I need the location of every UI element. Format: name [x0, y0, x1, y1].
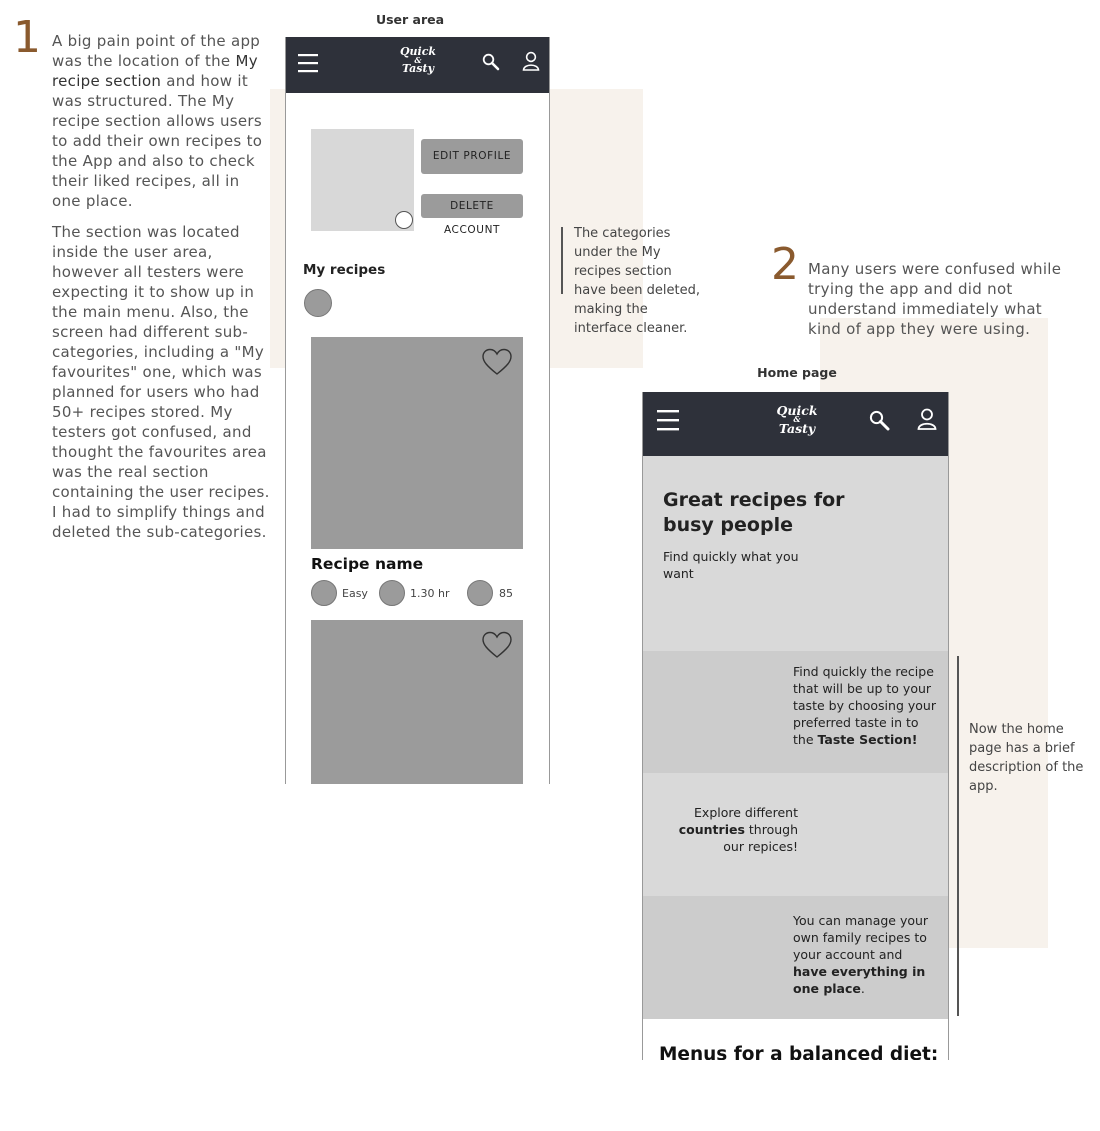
edit-profile-button[interactable]: EDIT PROFILE — [421, 139, 523, 174]
menus-heading: Menus for a balanced diet: — [659, 1044, 939, 1060]
section-1-paragraph-1: A big pain point of the app was the loca… — [52, 32, 263, 210]
difficulty-icon — [311, 580, 337, 606]
heart-icon[interactable] — [482, 348, 512, 376]
section-2-text: Many users were confused while trying th… — [808, 260, 1062, 338]
my-recipes-section-text: You can manage your own family recipes t… — [793, 913, 929, 996]
section-number-1: 1 — [13, 12, 41, 63]
search-icon[interactable] — [869, 410, 890, 431]
hamburger-menu-icon[interactable] — [298, 53, 320, 73]
home-page-screen: Quick & Tasty Great recipes for busy peopl… — [642, 392, 949, 1060]
user-area-note: The categories under the My recipes sect… — [574, 226, 700, 336]
recipe-name[interactable]: Recipe name — [311, 555, 423, 573]
section-1-text: A big pain point of the app was the loca… — [52, 31, 270, 542]
user-icon[interactable] — [917, 408, 937, 430]
time-value: 1.30 hr — [410, 587, 450, 600]
change-photo-button[interactable] — [395, 211, 413, 229]
add-recipe-button[interactable] — [304, 289, 332, 317]
time-icon — [379, 580, 405, 606]
hero-section: Great recipes for busy people Find quick… — [643, 456, 948, 651]
hamburger-menu-icon[interactable] — [657, 409, 681, 431]
user-area-topbar: Quick & Tasty — [286, 37, 549, 93]
my-recipes-section-block[interactable]: You can manage your own family recipes t… — [643, 896, 948, 1019]
difficulty-value: Easy — [342, 587, 368, 600]
home-page-note: Now the home page has a brief descriptio… — [969, 722, 1084, 794]
user-area-note-line — [561, 227, 563, 294]
heart-icon-2[interactable] — [482, 631, 512, 659]
hero-subtitle: Find quickly what you want — [663, 549, 799, 581]
home-page-note-line — [957, 656, 959, 1016]
my-recipes-heading: My recipes — [303, 262, 386, 278]
app-logo: Quick & Tasty — [399, 45, 437, 75]
app-logo: Quick & Tasty — [776, 403, 818, 436]
home-page-title: Home page — [757, 365, 837, 380]
calories-value: 85 — [499, 587, 513, 600]
delete-account-button[interactable]: DELETE ACCOUNT — [421, 194, 523, 236]
user-area-title: User area — [375, 12, 445, 27]
taste-section-text: Find quickly the recipe that will be up … — [793, 664, 936, 747]
section-number-2: 2 — [771, 239, 799, 290]
calories-icon — [467, 580, 493, 606]
taste-section-block[interactable]: Find quickly the recipe that will be up … — [643, 651, 948, 773]
user-icon[interactable] — [522, 51, 540, 71]
search-icon[interactable] — [482, 53, 500, 71]
countries-section-block[interactable]: Explore different countries through our … — [643, 773, 948, 896]
countries-section-text: Explore different countries through our … — [678, 805, 798, 854]
user-area-screen: Quick & Tasty EDIT PROFILE DELETE ACCOUNT … — [285, 37, 550, 784]
home-page-topbar: Quick & Tasty — [643, 392, 948, 456]
section-1-paragraph-2: The section was located inside the user … — [52, 223, 270, 541]
hero-title: Great recipes for busy people — [663, 489, 845, 536]
